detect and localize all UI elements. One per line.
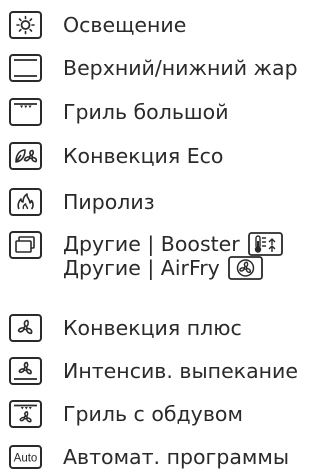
mode-fan-grill: Гриль с обдувом [8,398,243,430]
mode-label: Другие | AirFry [63,256,220,280]
mode-label: Гриль с обдувом [63,402,243,426]
mode-lighting: Освещение [8,9,186,41]
mode-label: Пиролиз [63,190,155,214]
top-bottom-heat-icon [8,52,44,84]
convection-plus-icon [8,312,44,344]
mode-large-grill: Гриль большой [8,96,229,128]
mode-other [8,229,44,261]
mode-intensive-baking: Интенсив. выпекание [8,355,298,387]
other-icon [8,229,44,261]
mode-convection-plus: Конвекция плюс [8,312,242,344]
auto-programs-icon: Auto [8,441,44,473]
auto-badge-text: Auto [14,453,38,465]
mode-label: Освещение [63,13,187,37]
mode-label: Автомат. программы [63,445,290,469]
airfry-icon [228,256,264,280]
mode-top-bottom-heat: Верхний/нижний жар [8,52,298,84]
mode-pyrolysis: Пиролиз [8,186,155,218]
mode-label: Гриль большой [63,100,229,124]
intensive-baking-icon [8,355,44,387]
mode-label: Конвекция плюс [63,316,242,340]
booster-icon [248,232,284,256]
mode-label: Интенсив. выпекание [63,359,298,383]
mode-label: Другие | Booster [63,232,240,256]
light-bulb-icon [8,9,44,41]
mode-other-airfry-line: Другие | AirFry [63,256,283,280]
fan-grill-icon [8,398,44,430]
large-grill-icon [8,96,44,128]
pyrolysis-icon [8,186,44,218]
mode-convection-eco: Конвекция Eco [8,140,223,172]
mode-other-booster-line: Другие | Booster [63,232,284,256]
mode-label: Конвекция Eco [63,144,224,168]
convection-eco-icon [8,140,44,172]
mode-other-text: Другие | Booster Другие | AirFry [63,232,284,280]
mode-auto-programs: Auto Автомат. программы [8,441,289,473]
mode-label: Верхний/нижний жар [63,56,298,80]
